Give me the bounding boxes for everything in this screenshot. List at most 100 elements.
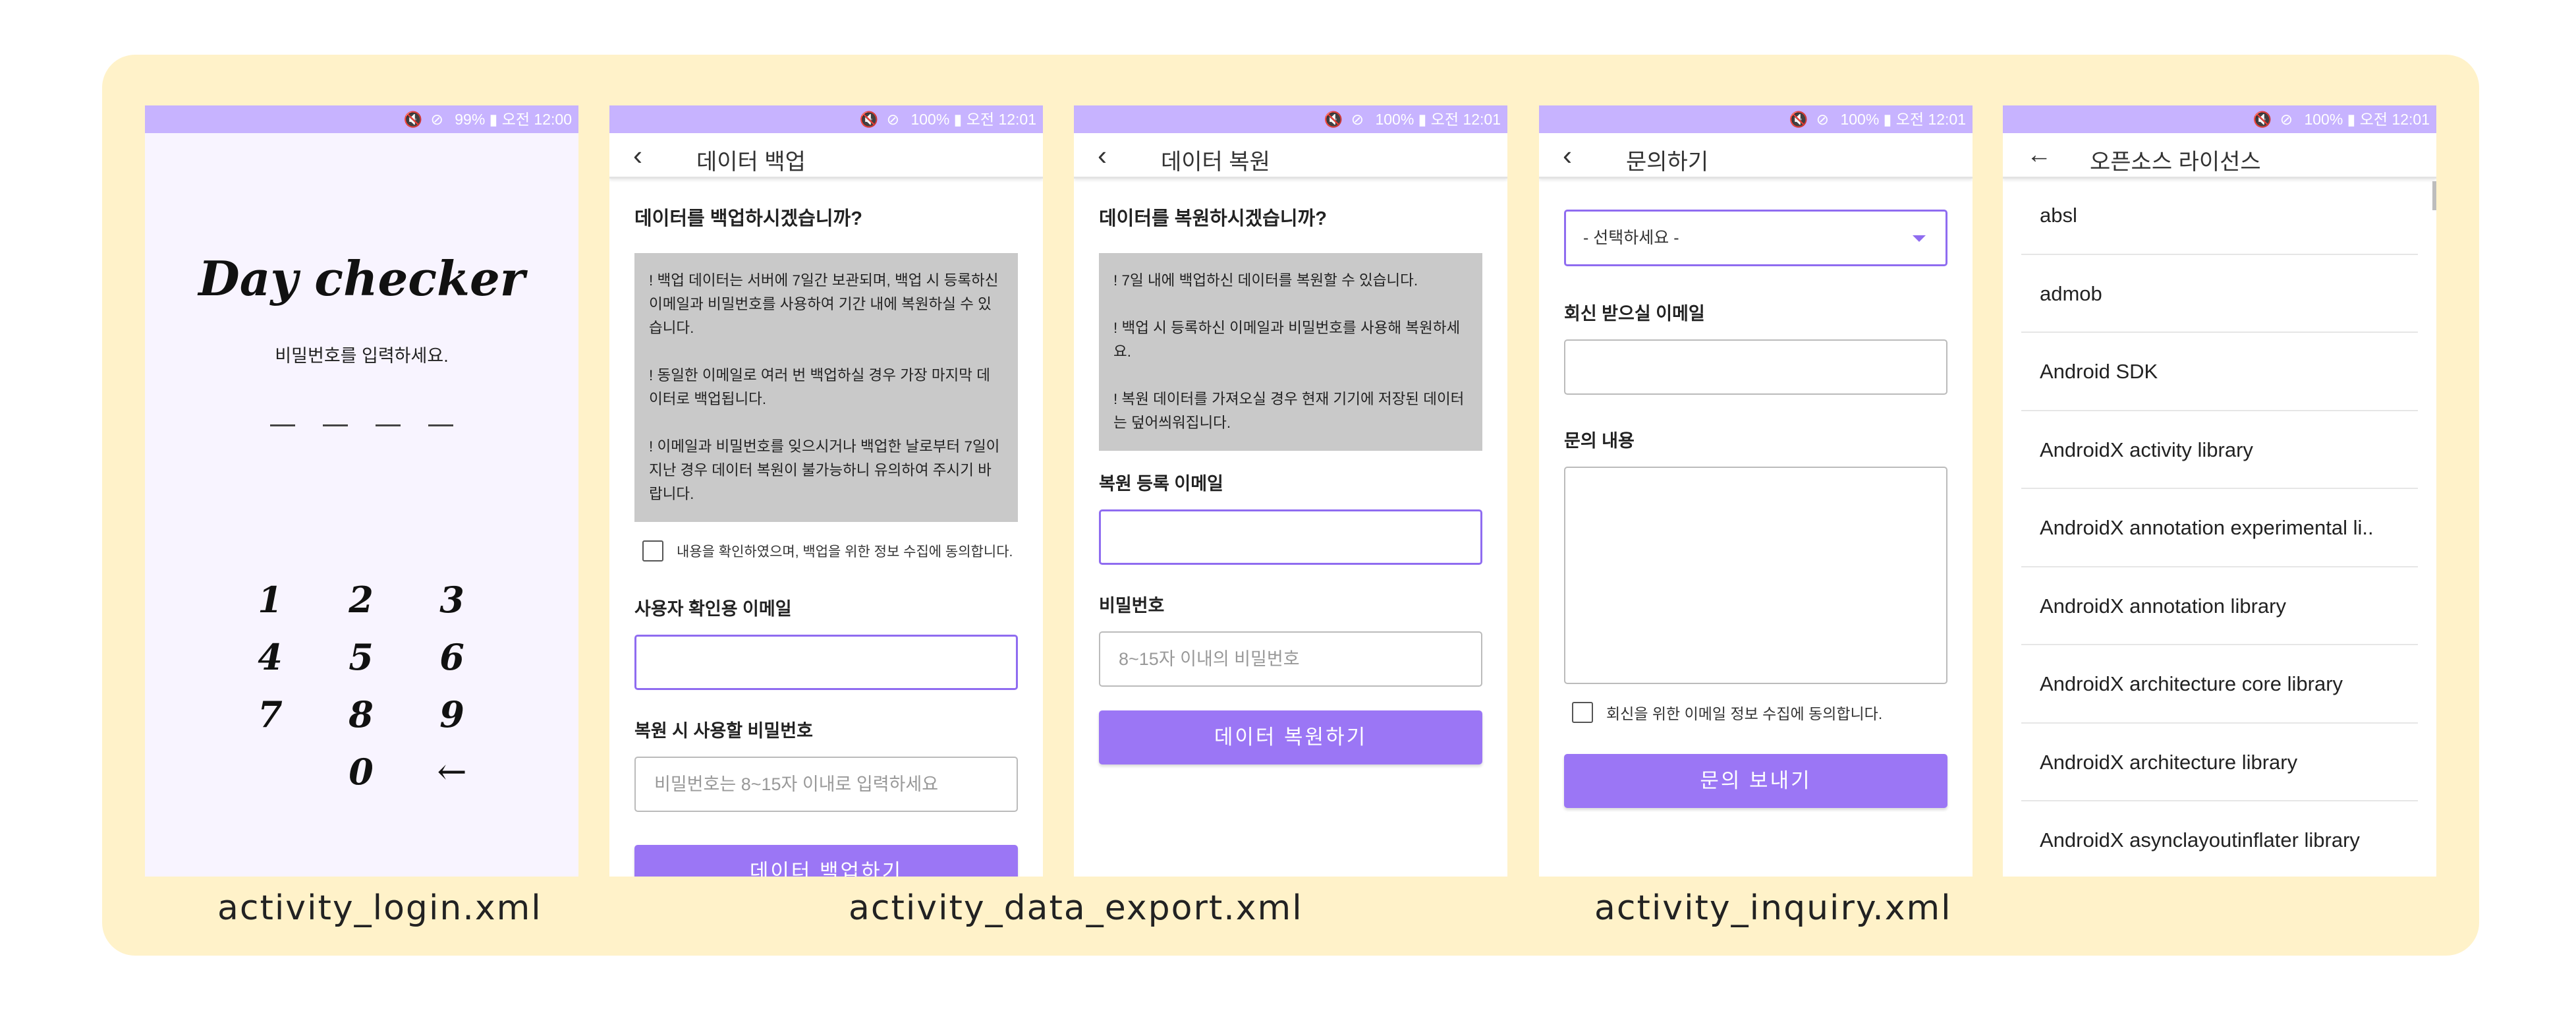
key-4[interactable]: 4 [250, 636, 290, 678]
caption-login: activity_login.xml [217, 888, 542, 928]
agree-label: 회신을 위한 이메일 정보 수집에 동의합니다. [1606, 705, 1883, 722]
password-prompt: 비밀번호를 입력하세요. [275, 346, 449, 366]
status-text: 100% ▮ 오전 12:01 [1375, 111, 1501, 128]
password-field[interactable]: 8~15자 이내의 비밀번호 [1099, 631, 1482, 687]
key-2[interactable]: 2 [341, 579, 381, 621]
page-title: 오픈소스 라이선스 [2090, 150, 2261, 175]
key-5[interactable]: 5 [341, 636, 381, 678]
reply-email-field[interactable] [1564, 339, 1947, 395]
agree-checkbox[interactable] [642, 540, 663, 562]
status-bar: 🔇 ⊘ 100% ▮ 오전 12:01 [2003, 105, 2436, 133]
inquiry-content-field[interactable] [1564, 467, 1947, 684]
list-item[interactable]: AndroidX annotation experimental li.. [2021, 489, 2418, 567]
data-export-screen: 🔇 ⊘ 100% ▮ 오전 12:01 ‹ 데이터 백업 데이터를 백업하시겠습… [609, 105, 1043, 877]
backup-question: 데이터를 백업하시겠습니까? [634, 208, 862, 229]
restore-button[interactable]: 데이터 복원하기 [1099, 710, 1482, 764]
list-item[interactable]: AndroidX architecture library [2021, 724, 2418, 801]
export-form: 데이터를 백업하시겠습니까? ! 백업 데이터는 서버에 7일간 보관되며, 백… [634, 177, 1018, 877]
key-9[interactable]: 9 [432, 693, 472, 735]
page-title: 데이터 복원 [1161, 150, 1270, 175]
status-bar: 🔇 ⊘ 100% ▮ 오전 12:01 [1074, 105, 1507, 133]
list-item[interactable]: Android SDK [2021, 333, 2418, 411]
email-field[interactable] [1099, 509, 1482, 565]
notice-text: ! 7일 내에 백업하신 데이터를 복원할 수 있습니다. [1113, 272, 1418, 289]
key-6[interactable]: 6 [432, 636, 472, 678]
inquiry-screen: 🔇 ⊘ 100% ▮ 오전 12:01 ‹ 문의하기 - 선택하세요 - 회신 … [1539, 105, 1973, 877]
password-field[interactable]: 비밀번호는 8~15자 이내로 입력하세요 [634, 757, 1018, 812]
back-icon[interactable]: ‹ [633, 140, 642, 171]
app-bar: ‹ 문의하기 [1539, 133, 1973, 179]
dropdown-arrow-icon [1913, 235, 1926, 242]
list-item[interactable]: admob [2021, 255, 2418, 333]
key-7[interactable]: 7 [250, 693, 290, 735]
agree-row: 회신을 위한 이메일 정보 수집에 동의합니다. [1564, 701, 1947, 724]
license-screen: 🔇 ⊘ 100% ▮ 오전 12:01 ← 오픈소스 라이선스 absl adm… [2003, 105, 2436, 877]
status-bar: 🔇 ⊘ 99% ▮ 오전 12:00 [145, 105, 578, 133]
email-field[interactable] [634, 635, 1018, 690]
agree-label: 내용을 확인하였으며, 백업을 위한 정보 수집에 동의합니다. [677, 544, 1013, 560]
status-text: 99% ▮ 오전 12:00 [455, 111, 572, 128]
back-icon[interactable]: ‹ [1563, 140, 1572, 171]
agree-checkbox[interactable] [1572, 702, 1593, 723]
caption-data-export: activity_data_export.xml [849, 888, 1303, 928]
notice-text: ! 동일한 이메일로 여러 번 백업하실 경우 가장 마지막 데이터로 백업됩니… [649, 367, 990, 407]
status-bar: 🔇 ⊘ 100% ▮ 오전 12:01 [609, 105, 1043, 133]
list-item[interactable]: AndroidX activity library [2021, 411, 2418, 489]
list-item[interactable]: absl [2021, 177, 2418, 255]
key-1[interactable]: 1 [250, 579, 290, 621]
notice-text: ! 백업 데이터는 서버에 7일간 보관되며, 백업 시 등록하신 이메일과 비… [649, 272, 999, 336]
email-label: 복원 등록 이메일 [1099, 474, 1223, 494]
password-label: 비밀번호 [1099, 596, 1165, 616]
notice-text: ! 백업 시 등록하신 이메일과 비밀번호를 사용해 복원하세요. [1113, 320, 1461, 360]
page-title: 데이터 백업 [696, 150, 806, 175]
back-arrow-icon[interactable]: ← [2027, 141, 2052, 169]
login-screen: 🔇 ⊘ 99% ▮ 오전 12:00 Day checker 비밀번호를 입력하… [145, 105, 578, 877]
status-text: 100% ▮ 오전 12:01 [910, 111, 1036, 128]
status-text: 100% ▮ 오전 12:01 [2304, 111, 2430, 128]
key-0[interactable]: 0 [341, 751, 381, 793]
restore-question: 데이터를 복원하시겠습니까? [1099, 208, 1327, 229]
inquiry-form: - 선택하세요 - 회신 받으실 이메일 문의 내용 회신을 위한 이메일 정보… [1564, 177, 1947, 808]
pin-slot-1 [270, 424, 295, 426]
agree-row: 내용을 확인하였으며, 백업을 위한 정보 수집에 동의합니다. [634, 540, 1018, 562]
status-bar: 🔇 ⊘ 100% ▮ 오전 12:01 [1539, 105, 1973, 133]
category-select[interactable]: - 선택하세요 - [1564, 210, 1947, 266]
content-label: 문의 내용 [1564, 431, 1635, 451]
notice-text: ! 복원 데이터를 가져오실 경우 현재 기기에 저장된 데이터는 덮어씌워집니… [1113, 391, 1465, 431]
status-icons: 🔇 ⊘ [2253, 111, 2295, 128]
backup-notice: ! 백업 데이터는 서버에 7일간 보관되며, 백업 시 등록하신 이메일과 비… [634, 253, 1018, 522]
pin-slot-3 [376, 424, 401, 426]
restore-notice: ! 7일 내에 백업하신 데이터를 복원할 수 있습니다. ! 백업 시 등록하… [1099, 253, 1482, 451]
status-icons: 🔇 ⊘ [859, 111, 902, 128]
list-item[interactable]: AndroidX annotation library [2021, 567, 2418, 645]
email-label: 회신 받으실 이메일 [1564, 304, 1705, 324]
back-icon[interactable]: ‹ [1098, 140, 1107, 171]
data-restore-screen: 🔇 ⊘ 100% ▮ 오전 12:01 ‹ 데이터 복원 데이터를 복원하시겠습… [1074, 105, 1507, 877]
category-select-value: - 선택하세요 - [1583, 229, 1679, 247]
scrollbar[interactable] [2432, 181, 2436, 210]
app-logo: Day checker [198, 250, 525, 306]
backup-button[interactable]: 데이터 백업하기 [634, 845, 1018, 877]
email-label: 사용자 확인용 이메일 [634, 599, 792, 619]
page-title: 문의하기 [1626, 150, 1709, 175]
app-bar: ← 오픈소스 라이선스 [2003, 133, 2436, 179]
pin-slot-2 [323, 424, 348, 426]
key-8[interactable]: 8 [341, 693, 381, 735]
status-icons: 🔇 ⊘ [403, 111, 445, 128]
restore-form: 데이터를 복원하시겠습니까? ! 7일 내에 백업하신 데이터를 복원할 수 있… [1099, 177, 1482, 764]
backspace-icon[interactable]: ← [432, 751, 472, 792]
password-label: 복원 시 사용할 비밀번호 [634, 721, 813, 741]
send-inquiry-button[interactable]: 문의 보내기 [1564, 754, 1947, 808]
notice-text: ! 이메일과 비밀번호를 잊으시거나 백업한 날로부터 7일이 지난 경우 데이… [649, 438, 1000, 502]
list-item[interactable]: AndroidX asynclayoutinflater library [2021, 801, 2418, 877]
list-item[interactable]: AndroidX architecture core library [2021, 645, 2418, 724]
app-bar: ‹ 데이터 복원 [1074, 133, 1507, 179]
caption-inquiry: activity_inquiry.xml [1594, 888, 1952, 928]
key-3[interactable]: 3 [432, 579, 472, 621]
app-bar: ‹ 데이터 백업 [609, 133, 1043, 179]
pin-slot-4 [428, 424, 453, 426]
status-text: 100% ▮ 오전 12:01 [1840, 111, 1966, 128]
license-list: absl admob Android SDK AndroidX activity… [2021, 177, 2418, 877]
status-icons: 🔇 ⊘ [1324, 111, 1366, 128]
status-icons: 🔇 ⊘ [1789, 111, 1832, 128]
